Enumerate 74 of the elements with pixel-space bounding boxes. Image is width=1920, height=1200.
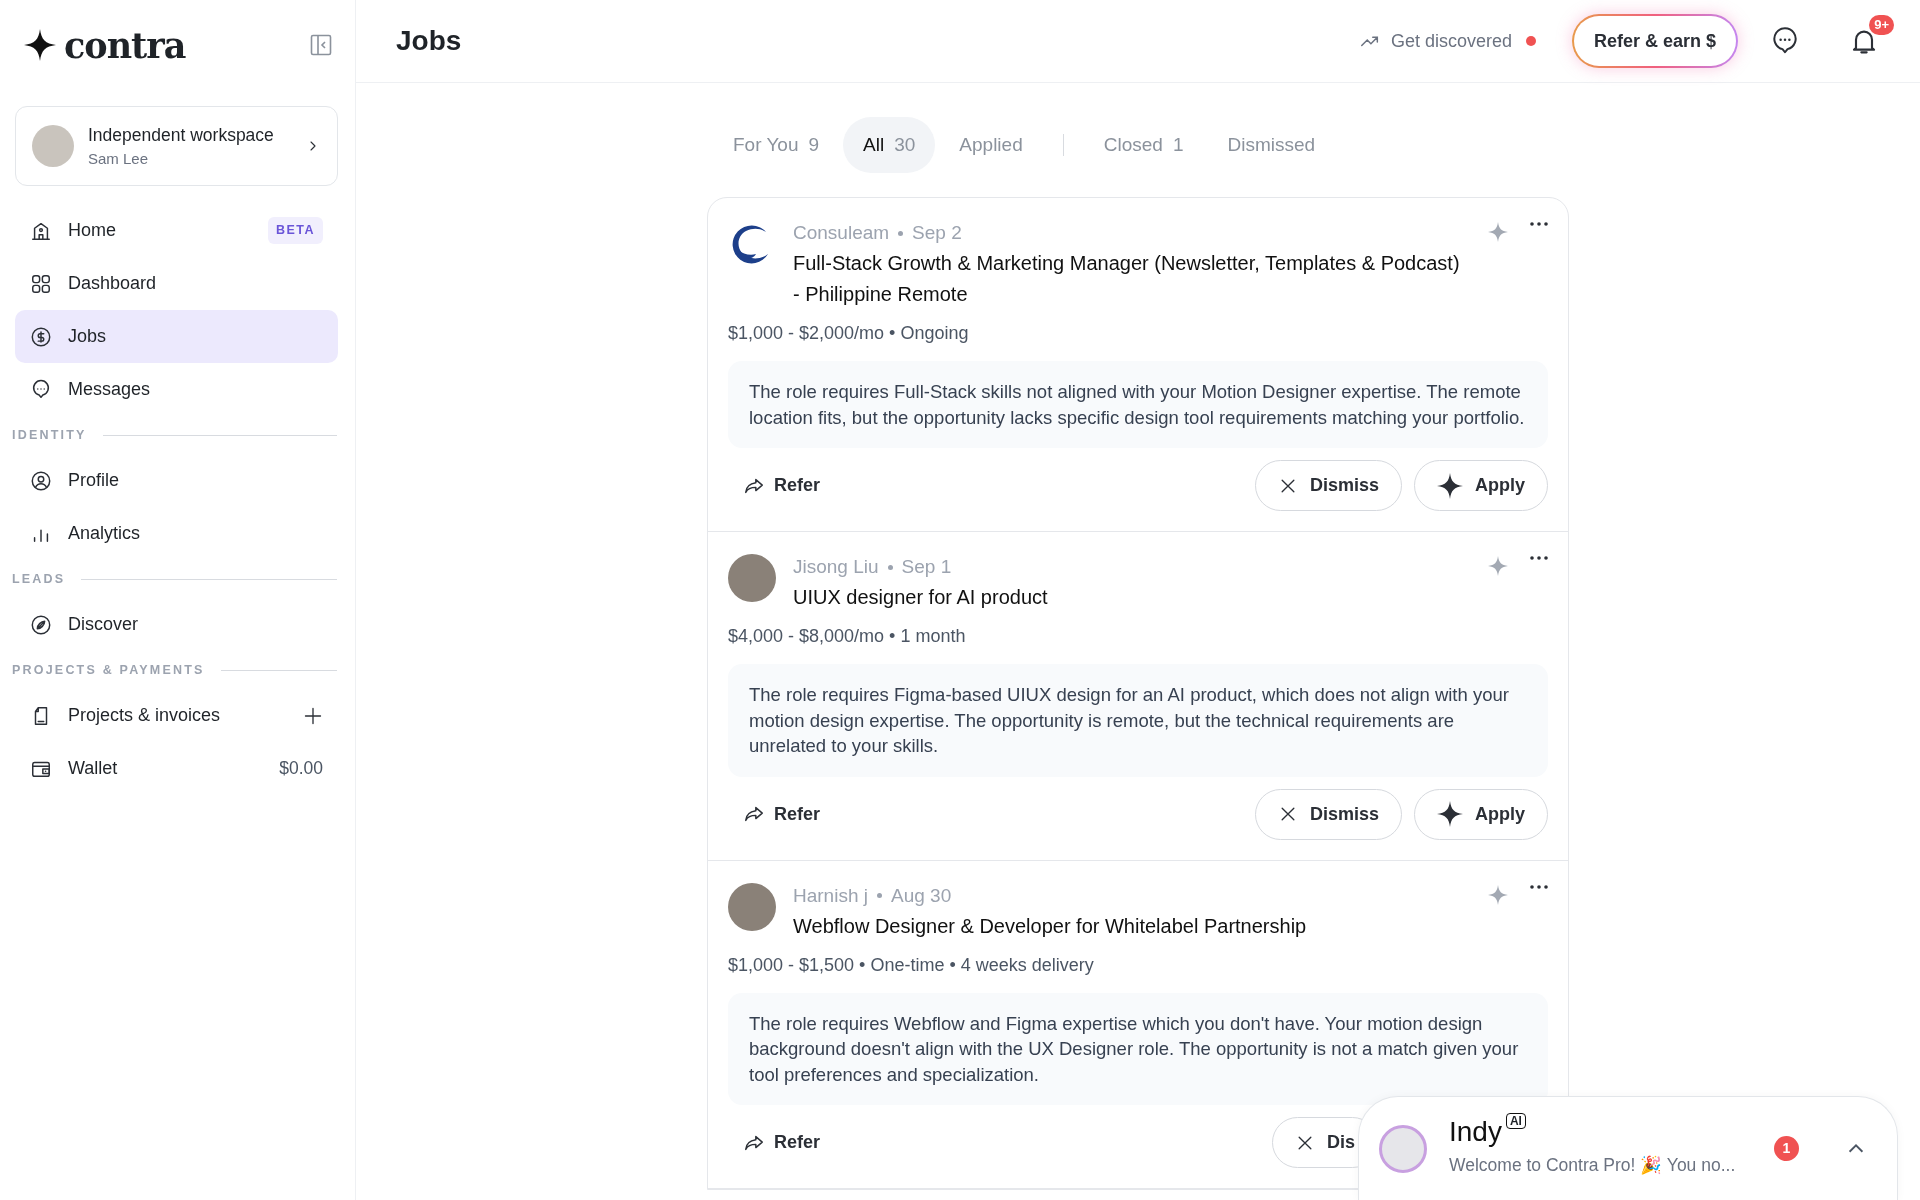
- match-reason: The role requires Figma-based UIUX design for an AI product, which does not align with your motion design expertise. The opportunity is remote, but the technical requirements are unrelated to your skills.: [728, 664, 1548, 777]
- beta-badge: BETA: [267, 217, 323, 244]
- section-heading: IDENTITY: [12, 426, 87, 444]
- sparkle-icon: [1488, 222, 1508, 242]
- job-title: UIUX designer for AI product: [793, 585, 1049, 610]
- more-options-button[interactable]: [1530, 222, 1548, 226]
- get-discovered-link[interactable]: Get discovered: [1352, 26, 1542, 56]
- sparkle-icon: [1488, 556, 1508, 576]
- sparkle-icon: [1437, 472, 1463, 499]
- match-reason: The role requires Webflow and Figma expertise which you don't have. Your motion design background doesn't align with the UX Designer role. The opportunity is not a match given your tool preferences and specialization.: [728, 992, 1548, 1105]
- sidebar-item[interactable]: Discover: [15, 598, 338, 651]
- page-title: Jobs: [396, 24, 462, 58]
- chat-message-preview: Welcome to Contra Pro! 🎉 You no...: [1449, 1154, 1736, 1178]
- plus-icon[interactable]: [303, 705, 323, 726]
- avatar-placeholder: [728, 882, 776, 931]
- notification-count-badge: 9+: [1869, 15, 1894, 36]
- collapse-sidebar-button[interactable]: [309, 33, 333, 57]
- apply-button[interactable]: Apply: [1414, 788, 1548, 840]
- post-date: Sep 2: [912, 221, 962, 245]
- more-options-button[interactable]: [1530, 556, 1548, 560]
- sparkle-icon: [1437, 801, 1463, 827]
- sparkle-icon: [1488, 884, 1508, 905]
- logo-text: contra: [64, 27, 186, 63]
- job-terms: $4,000 - $8,000/mo • 1 month: [728, 625, 967, 648]
- dismiss-button[interactable]: Dismiss: [1254, 460, 1402, 511]
- refer-button[interactable]: Refer: [728, 472, 836, 499]
- refer-button[interactable]: Refer: [728, 800, 836, 828]
- sidebar-item[interactable]: Jobs: [15, 310, 338, 363]
- apply-button[interactable]: Apply: [1414, 460, 1548, 511]
- sidebar-item[interactable]: Wallet $0.00: [15, 742, 338, 795]
- poster-name: Harnish j: [793, 883, 868, 908]
- job-title: Webflow Designer & Developer for Whitelabel Partnership: [793, 913, 1308, 939]
- unread-count-badge: 1: [1774, 1136, 1799, 1161]
- avatar-placeholder: [728, 554, 776, 602]
- sidebar-item[interactable]: Projects & invoices: [15, 689, 338, 742]
- dollar-icon: [30, 325, 52, 348]
- ai-tag: AI: [1505, 1113, 1526, 1130]
- match-reason: The role requires Full-Stack skills not aligned with your Motion Designer expertise. The remote location fits, but the opportunity lacks specific design tool requirements matching your portfolio.: [728, 361, 1548, 448]
- section-heading: LEADS: [12, 570, 66, 588]
- poster-name: Jisong Liu: [793, 555, 879, 579]
- more-icon: [1530, 556, 1548, 560]
- sparkle-logo-icon: [24, 29, 56, 61]
- sidebar-item[interactable]: Home BETA: [15, 204, 338, 257]
- poster-name: Consuleam: [793, 221, 890, 245]
- job-terms: $1,000 - $1,500 • One-time • 4 weeks delivery: [728, 953, 1095, 977]
- post-date: Aug 30: [891, 883, 952, 908]
- compass-icon: [30, 613, 52, 636]
- more-icon: [1530, 884, 1548, 889]
- job-terms: $1,000 - $2,000/mo • Ongoing: [728, 322, 970, 345]
- dismiss-button[interactable]: Dismiss: [1254, 788, 1402, 840]
- job-title: Full-Stack Growth & Marketing Manager (Newsletter, Templates & Podcast) - Philippine Remote: [793, 251, 1461, 307]
- refer-button[interactable]: Refer: [728, 1129, 836, 1156]
- chat-toast[interactable]: Indy $^{AI}$ Welcome to Contra Pro! 🎉 You no... 1: [1358, 1096, 1898, 1200]
- avatar-placeholder: [32, 125, 74, 167]
- user-icon: [30, 469, 52, 492]
- sidebar-item[interactable]: Analytics: [15, 507, 338, 560]
- workspace-user-name: Sam Lee: [88, 148, 150, 169]
- section-heading: PROJECTS & PAYMENTS: [12, 661, 205, 679]
- grid-icon: [30, 272, 52, 295]
- avatar-placeholder: [1379, 1124, 1427, 1173]
- workspace-title: Independent workspace: [88, 123, 274, 147]
- sidebar-collapse-icon: [309, 33, 333, 57]
- post-date: Sep 1: [901, 555, 952, 579]
- sidebar-item[interactable]: Messages: [15, 363, 338, 416]
- speech-bubble-icon: [30, 378, 52, 401]
- more-options-button[interactable]: [1530, 884, 1548, 889]
- sidebar-item[interactable]: Dashboard: [15, 257, 338, 310]
- assistant-name: Indy: [1449, 1116, 1502, 1148]
- speech-bubble-icon: [1770, 26, 1800, 56]
- more-icon: [1530, 222, 1548, 226]
- wallet-balance: $0.00: [279, 757, 323, 781]
- filter-tab[interactable]: All 30: [843, 117, 936, 173]
- workspace-switcher[interactable]: Independent workspace Sam Lee: [15, 106, 338, 186]
- sidebar-item[interactable]: Profile: [15, 454, 338, 507]
